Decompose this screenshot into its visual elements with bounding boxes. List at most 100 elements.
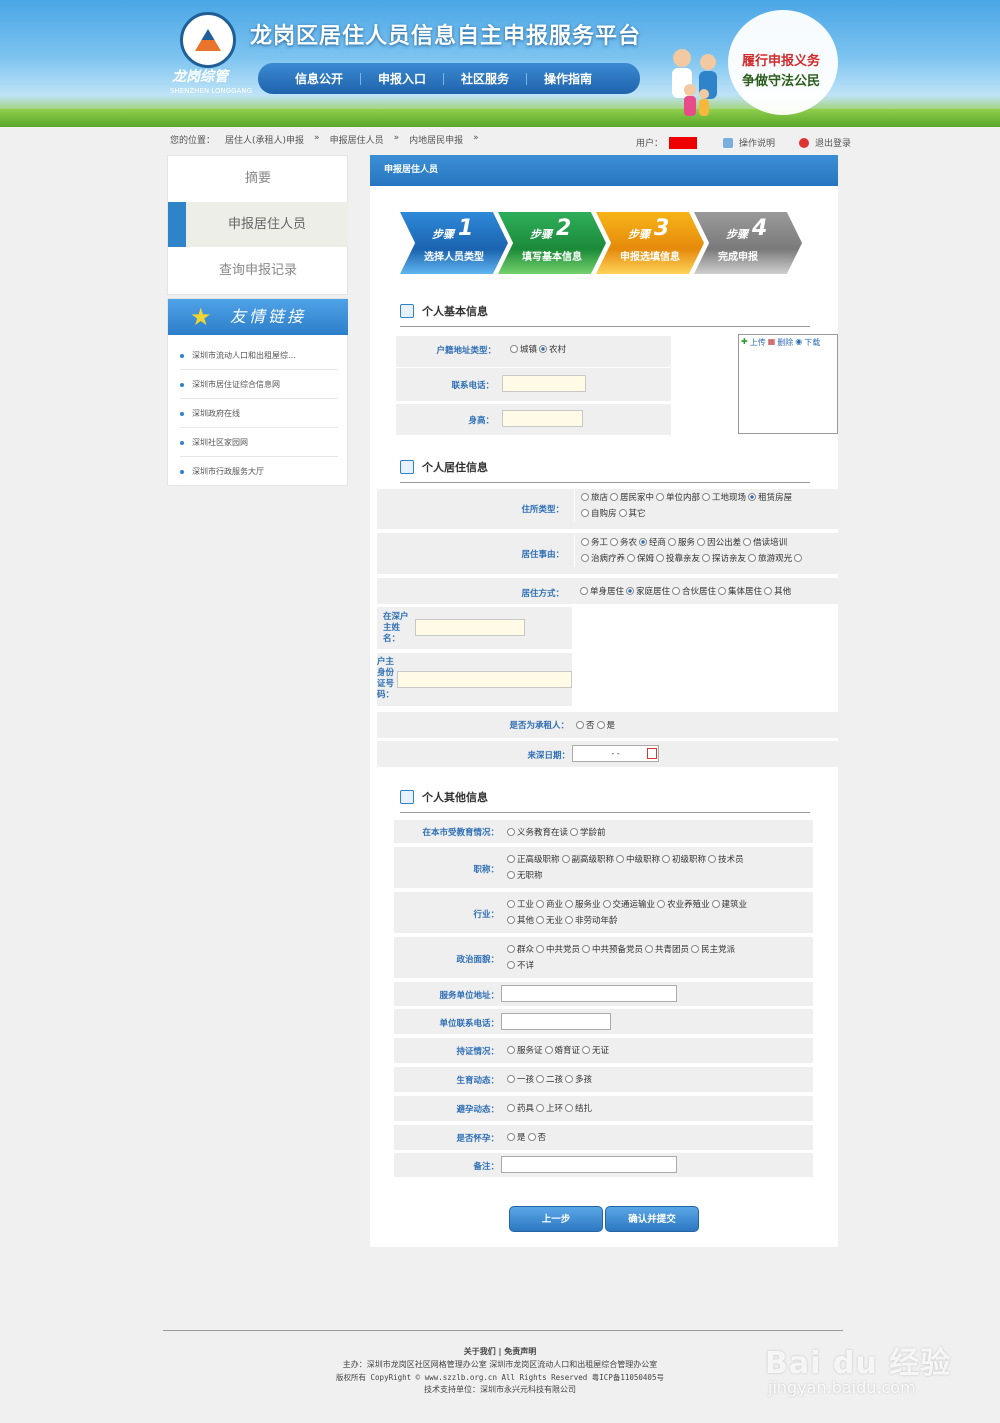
height-input[interactable]	[502, 410, 583, 427]
radio-button[interactable]	[507, 961, 515, 969]
radio-button[interactable]	[794, 554, 803, 562]
radio-button[interactable]	[544, 1046, 553, 1054]
nav-declare-entry[interactable]: 申报入口	[361, 72, 445, 85]
radio-button[interactable]	[582, 945, 591, 953]
help-link[interactable]: 操作说明	[739, 136, 775, 149]
radio-button[interactable]	[764, 587, 773, 595]
radio-button[interactable]	[507, 945, 515, 953]
radio-hukou-rural[interactable]	[539, 345, 548, 353]
huzhu-name-input[interactable]	[415, 619, 525, 636]
radio-button[interactable]	[639, 538, 648, 546]
radio-button[interactable]	[662, 855, 671, 863]
huzhu-id-input[interactable]	[397, 671, 572, 688]
breadcrumb-item[interactable]: 申报居住人员	[330, 133, 384, 146]
footer-links[interactable]: 关于我们 | 免责声明	[250, 1346, 750, 1357]
beizhu-input[interactable]	[501, 1156, 677, 1173]
breadcrumb-item[interactable]: 居住人(承租人)申报	[225, 133, 304, 146]
radio-button[interactable]	[610, 493, 619, 501]
radio-button[interactable]	[656, 493, 665, 501]
sidebar-item-summary[interactable]: 摘要	[168, 156, 348, 201]
radio-button[interactable]	[711, 900, 720, 908]
radio-button[interactable]	[507, 900, 515, 908]
radio-label: 农村	[549, 345, 567, 355]
radio-button[interactable]	[702, 493, 711, 501]
friendly-link[interactable]: 深圳政府在线	[180, 399, 338, 428]
radio-button[interactable]	[576, 721, 584, 729]
radio-button[interactable]	[527, 1133, 536, 1141]
sidebar-item-query[interactable]: 查询申报记录	[168, 248, 348, 293]
radio-button[interactable]	[565, 1075, 574, 1083]
delete-icon: ▦	[767, 337, 776, 346]
radio-button[interactable]	[565, 916, 574, 924]
friendly-link[interactable]: 深圳社区家园网	[180, 428, 338, 457]
radio-button[interactable]	[507, 1133, 515, 1141]
breadcrumb-item[interactable]: 内地居民申报	[409, 133, 463, 146]
radio-button[interactable]	[616, 855, 625, 863]
radio-button[interactable]	[536, 1075, 545, 1083]
radio-button[interactable]	[536, 1104, 545, 1112]
radio-button[interactable]	[697, 538, 706, 546]
radio-button[interactable]	[561, 855, 570, 863]
radio-button[interactable]	[656, 554, 665, 562]
friendly-link[interactable]: 深圳市居住证综合信息网	[180, 370, 338, 399]
radio-button[interactable]	[507, 871, 515, 879]
friendly-link[interactable]: 深圳市行政服务大厅	[180, 457, 338, 486]
phone-input[interactable]	[502, 375, 586, 392]
radio-button[interactable]	[618, 509, 627, 517]
radio-button[interactable]	[748, 554, 757, 562]
prev-step-button[interactable]: 上一步	[509, 1206, 603, 1232]
radio-button[interactable]	[580, 587, 588, 595]
radio-button[interactable]	[708, 855, 717, 863]
radio-button[interactable]	[536, 945, 545, 953]
radio-hukou-town[interactable]	[510, 345, 518, 353]
radio-button[interactable]	[507, 1104, 515, 1112]
footer-host: 主办：深圳市龙岗区社区网格管理办公室 深圳市龙岗区流动人口和出租屋综合管理办公室	[342, 1360, 658, 1369]
radio-button[interactable]	[610, 538, 619, 546]
radio-button[interactable]	[565, 900, 574, 908]
radio-button[interactable]	[672, 587, 681, 595]
logout-link[interactable]: 退出登录	[815, 136, 851, 149]
sidebar-item-declare[interactable]: 申报居住人员	[168, 202, 348, 247]
radio-button[interactable]	[581, 554, 589, 562]
radio-button[interactable]	[702, 554, 711, 562]
fuwu-addr-input[interactable]	[501, 985, 677, 1002]
radio-button[interactable]	[570, 828, 579, 836]
friendly-link[interactable]: 深圳市流动人口和出租屋综...	[180, 341, 338, 370]
radio-button[interactable]	[507, 1046, 515, 1054]
radio-button[interactable]	[507, 855, 515, 863]
upload-button[interactable]: 上传	[750, 337, 766, 348]
radio-button[interactable]	[743, 538, 752, 546]
submit-button[interactable]: 确认并提交	[605, 1206, 699, 1232]
radio-button[interactable]	[507, 916, 515, 924]
radio-label: 工业	[517, 900, 535, 910]
radio-button[interactable]	[565, 1104, 574, 1112]
radio-button[interactable]	[507, 1075, 515, 1083]
radio-button[interactable]	[507, 828, 515, 836]
radio-button[interactable]	[582, 1046, 591, 1054]
nav-community-service[interactable]: 社区服务	[444, 72, 528, 85]
nav-operation-guide[interactable]: 操作指南	[527, 73, 609, 85]
calendar-icon[interactable]	[647, 748, 657, 759]
radio-button[interactable]	[626, 587, 635, 595]
photo-upload-box[interactable]: ✚ 上传 ▦ 删除 ◉ 下载	[738, 334, 838, 434]
radio-button[interactable]	[581, 493, 589, 501]
radio-button[interactable]	[748, 493, 757, 501]
radio-button[interactable]	[581, 509, 589, 517]
radio-button[interactable]	[668, 538, 677, 546]
radio-button[interactable]	[691, 945, 700, 953]
radio-button[interactable]	[602, 900, 611, 908]
radio-button[interactable]	[596, 721, 605, 729]
danwei-phone-input[interactable]	[501, 1013, 611, 1030]
radio-button[interactable]	[536, 900, 545, 908]
family-illustration-icon	[672, 49, 717, 116]
radio-button[interactable]	[645, 945, 654, 953]
radio-button[interactable]	[627, 554, 636, 562]
radio-button[interactable]	[718, 587, 727, 595]
radio-button[interactable]	[657, 900, 666, 908]
download-button[interactable]: 下载	[804, 337, 820, 348]
laishen-date-input[interactable]: - -	[572, 745, 659, 762]
radio-button[interactable]	[536, 916, 545, 924]
radio-button[interactable]	[581, 538, 589, 546]
nav-info-public[interactable]: 信息公开	[278, 72, 362, 85]
delete-button[interactable]: 删除	[777, 337, 793, 348]
